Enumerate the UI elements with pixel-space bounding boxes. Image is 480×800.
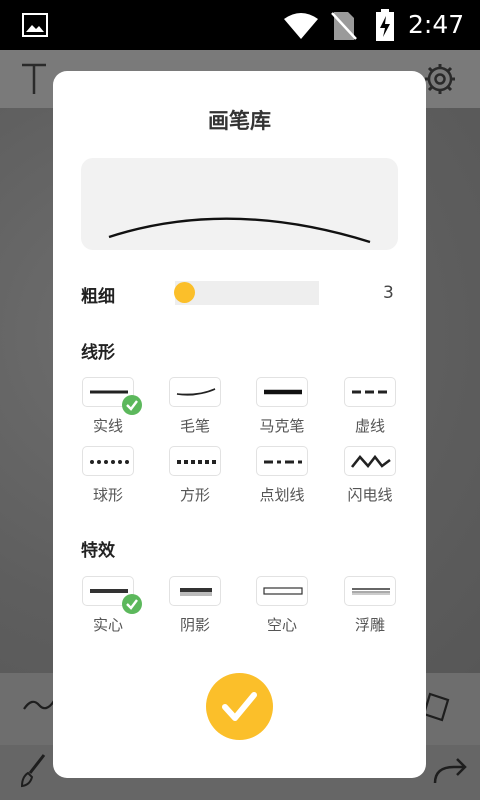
no-sim-icon <box>331 11 357 45</box>
thickness-slider-knob[interactable] <box>174 282 195 303</box>
wifi-icon <box>283 12 319 44</box>
status-time: 2:47 <box>408 10 465 39</box>
option-label: 点划线 <box>259 486 305 504</box>
option-label: 实心 <box>92 616 123 634</box>
option-label: 球形 <box>92 486 123 504</box>
option-label: 闪电线 <box>347 486 393 504</box>
gallery-icon <box>22 13 48 41</box>
gear-icon <box>423 62 457 100</box>
brush-library-dialog: 画笔库 粗细 3 线形 实线 毛笔 马克笔 虚线 球形 方形 点划线 闪电线 特… <box>53 71 426 778</box>
line-shape-label: 线形 <box>81 343 115 363</box>
confirm-button[interactable] <box>206 673 273 740</box>
text-tool-icon <box>20 62 48 100</box>
selected-check-icon <box>122 395 142 415</box>
option-label: 实线 <box>92 417 123 435</box>
thickness-value: 3 <box>383 283 394 303</box>
line-option-lightning[interactable]: 闪电线 <box>343 446 429 510</box>
effect-label: 特效 <box>81 541 115 561</box>
line-option-dashed[interactable]: 虚线 <box>343 377 429 441</box>
dialog-title: 画笔库 <box>208 109 271 133</box>
status-bar: 2:47 <box>0 0 480 50</box>
stroke-preview <box>81 158 398 250</box>
preview-stroke <box>108 217 371 244</box>
redo-icon <box>432 756 468 790</box>
curve-tool-icon <box>22 695 56 719</box>
option-label: 阴影 <box>179 616 210 634</box>
checkmark-icon <box>222 692 257 721</box>
option-label: 方形 <box>179 486 210 504</box>
option-label: 浮雕 <box>354 616 385 634</box>
thickness-label: 粗细 <box>81 287 115 307</box>
effect-option-emboss[interactable]: 浮雕 <box>343 576 429 640</box>
battery-charging-icon <box>375 9 395 45</box>
brush-icon <box>18 753 48 793</box>
thickness-slider[interactable] <box>174 281 319 305</box>
option-label: 空心 <box>266 616 297 634</box>
option-label: 马克笔 <box>259 417 305 435</box>
option-label: 虚线 <box>354 417 385 435</box>
eraser-icon <box>422 690 454 728</box>
option-label: 毛笔 <box>179 417 210 435</box>
selected-check-icon <box>122 594 142 614</box>
